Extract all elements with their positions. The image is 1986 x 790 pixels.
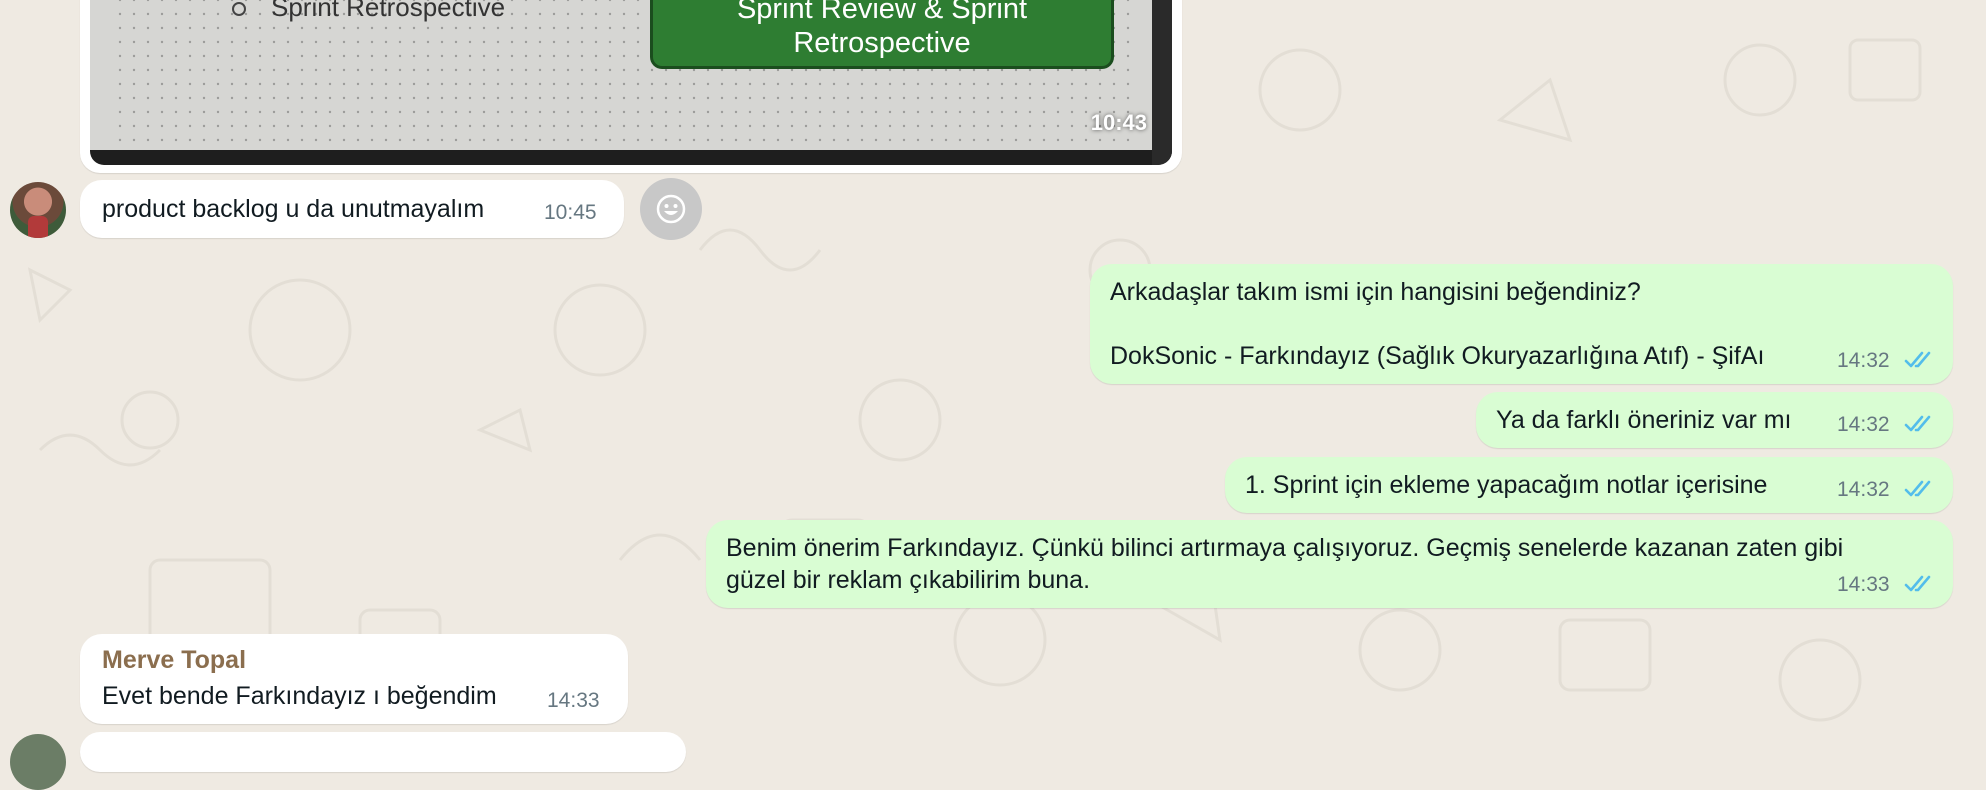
slide-photo[interactable]: Sprint Retrospective Sprint Review & Spr… (90, 0, 1172, 165)
outgoing-message[interactable]: 1. Sprint için ekleme yapacağım notlar i… (1225, 457, 1953, 513)
smiley-icon (656, 194, 686, 224)
message-time: 14:32 (1837, 478, 1890, 501)
slide-button-line1: Sprint Review & Sprint (736, 0, 1028, 25)
message-text-line2: DokSonic - Farkındayız (Sağlık Okuryazar… (1110, 342, 1765, 370)
incoming-message[interactable]: Merve Topal Evet bende Farkındayız ı beğ… (80, 634, 628, 724)
react-emoji-button[interactable] (640, 178, 702, 240)
message-time: 10:45 (544, 201, 597, 224)
message-text-line2: güzel bir reklam çıkabilirim buna. (726, 566, 1091, 594)
image-timestamp: 10:43 (1090, 110, 1147, 135)
message-time: 14:32 (1837, 349, 1890, 372)
image-message-bubble[interactable]: Sprint Retrospective Sprint Review & Spr… (80, 0, 1182, 173)
double-check-icon (1904, 575, 1931, 592)
message-text: Ya da farklı öneriniz var mı (1496, 406, 1792, 434)
avatar[interactable] (10, 734, 66, 790)
slide-bullet (232, 2, 246, 16)
message-text-line1: Benim önerim Farkındayız. Çünkü bilinci … (726, 534, 1844, 562)
outgoing-message[interactable]: Arkadaşlar takım ismi için hangisini beğ… (1090, 264, 1953, 384)
message-time: 14:33 (547, 689, 600, 712)
slide-button-line2: Retrospective (793, 27, 971, 59)
incoming-message[interactable]: product backlog u da unutmayalım 10:45 (80, 180, 624, 238)
sender-name[interactable]: Merve Topal (102, 646, 246, 675)
outgoing-message[interactable]: Ya da farklı öneriniz var mı 14:32 (1476, 392, 1953, 448)
message-text: product backlog u da unutmayalım (102, 195, 485, 223)
message-text-line1: Arkadaşlar takım ismi için hangisini beğ… (1110, 278, 1641, 306)
slide-list-item: Sprint Retrospective (271, 0, 506, 22)
double-check-icon (1904, 351, 1931, 368)
outgoing-message[interactable]: Benim önerim Farkındayız. Çünkü bilinci … (706, 520, 1953, 608)
message-time: 14:33 (1837, 573, 1890, 596)
avatar[interactable] (10, 182, 66, 238)
message-time: 14:32 (1837, 413, 1890, 436)
message-text: Evet bende Farkındayız ı beğendim (102, 682, 497, 710)
slide-green-box: Sprint Review & Sprint Retrospective (650, 0, 1114, 69)
incoming-message[interactable] (80, 732, 686, 772)
message-text: 1. Sprint için ekleme yapacağım notlar i… (1245, 471, 1768, 499)
double-check-icon (1904, 480, 1931, 497)
double-check-icon (1904, 415, 1931, 432)
